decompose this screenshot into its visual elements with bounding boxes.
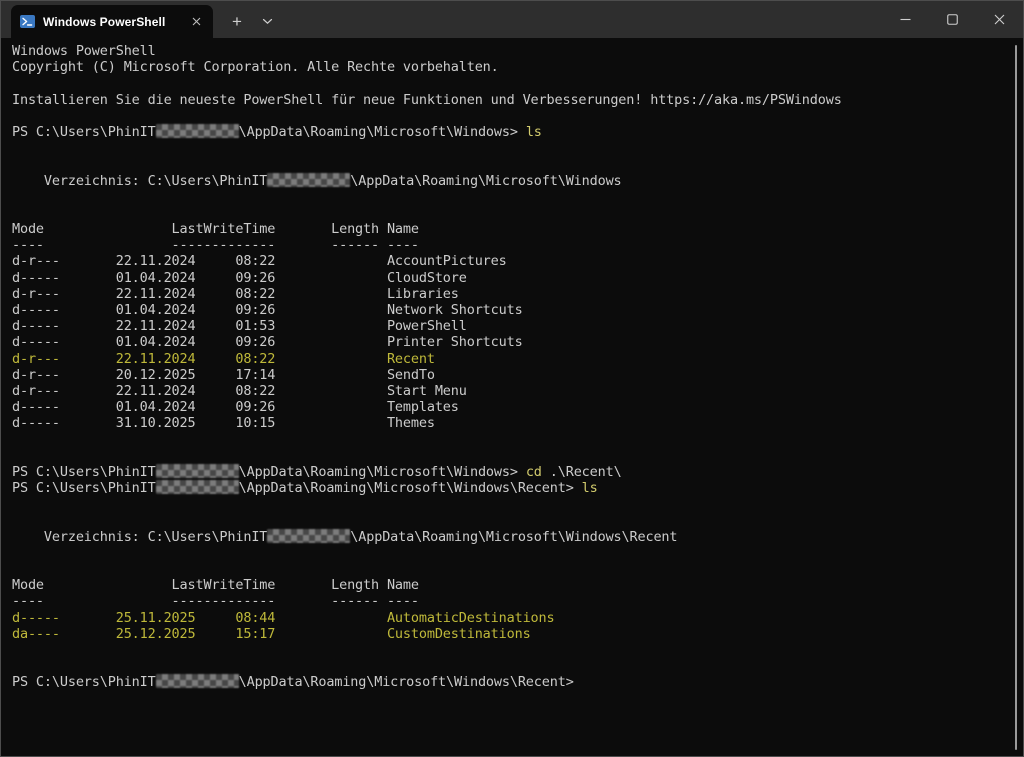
terminal-text: d----- 01.04.2024 09:26 Templates [12,399,459,415]
terminal-line: d----- 31.10.2025 10:15 Themes [12,415,1009,431]
terminal-text: Verzeichnis: C:\Users\PhinIT [12,173,267,189]
terminal-output[interactable]: Windows PowerShellCopyright (C) Microsof… [1,39,1023,756]
powershell-icon [20,15,35,28]
terminal-text: d-r--- 22.11.2024 08:22 Libraries [12,286,459,302]
redacted-username [156,464,239,478]
close-button[interactable] [976,1,1023,38]
terminal-line [12,156,1009,172]
redacted-username [267,173,350,187]
tab-windows-powershell[interactable]: Windows PowerShell [11,5,213,38]
terminal-line: d----- 01.04.2024 09:26 Templates [12,399,1009,415]
terminal-line [12,545,1009,561]
terminal-line [12,140,1009,156]
tab-dropdown-icon[interactable] [253,5,282,38]
terminal-line: PS C:\Users\PhinIT \AppData\Roaming\Micro… [12,480,1009,496]
terminal-text: Windows PowerShell [12,43,156,59]
terminal-line [12,108,1009,124]
terminal-text: \AppData\Roaming\Microsoft\Windows> [239,124,526,140]
terminal-line: ---- ------------- ------ ---- [12,237,1009,253]
terminal-line: PS C:\Users\PhinIT \AppData\Roaming\Micro… [12,124,1009,140]
terminal-line: d----- 01.04.2024 09:26 Printer Shortcut… [12,334,1009,350]
terminal-text: d-r--- 20.12.2025 17:14 SendTo [12,367,435,383]
terminal-text: d-r--- 22.11.2024 08:22 Recent [12,351,435,367]
tab-close-icon[interactable] [187,13,205,31]
maximize-button[interactable] [929,1,976,38]
terminal-line: d----- 22.11.2024 01:53 PowerShell [12,318,1009,334]
terminal-text: PS C:\Users\PhinIT [12,480,156,496]
redacted-username [156,124,239,138]
terminal-line: d-r--- 20.12.2025 17:14 SendTo [12,367,1009,383]
terminal-line: PS C:\Users\PhinIT \AppData\Roaming\Micro… [12,674,1009,690]
terminal-text: ls [582,480,598,496]
terminal-text: \AppData\Roaming\Microsoft\Windows\Recen… [239,674,574,690]
redacted-username [156,480,239,494]
terminal-text: \AppData\Roaming\Microsoft\Windows\Recen… [239,480,582,496]
terminal-text: ---- ------------- ------ ---- [12,593,419,609]
terminal-text: d-r--- 22.11.2024 08:22 AccountPictures [12,253,507,269]
terminal-line: Copyright (C) Microsoft Corporation. All… [12,59,1009,75]
terminal-line [12,205,1009,221]
terminal-text: d----- 31.10.2025 10:15 Themes [12,415,435,431]
terminal-text: Mode LastWriteTime Length Name [12,221,419,237]
terminal-line: ---- ------------- ------ ---- [12,593,1009,609]
terminal-line: d----- 01.04.2024 09:26 Network Shortcut… [12,302,1009,318]
terminal-line [12,512,1009,528]
terminal-line: d-r--- 22.11.2024 08:22 Libraries [12,286,1009,302]
terminal-line [12,189,1009,205]
tab-title: Windows PowerShell [43,15,179,29]
terminal-text: d----- 22.11.2024 01:53 PowerShell [12,318,467,334]
terminal-line [12,496,1009,512]
terminal-line [12,432,1009,448]
redacted-username [156,674,239,688]
terminal-line [12,642,1009,658]
terminal-line [12,561,1009,577]
window-controls [882,1,1023,38]
terminal-text: d----- 01.04.2024 09:26 Printer Shortcut… [12,334,523,350]
terminal-text: PS C:\Users\PhinIT [12,124,156,140]
terminal-text: PS C:\Users\PhinIT [12,464,156,480]
terminal-line [12,658,1009,674]
titlebar[interactable]: Windows PowerShell + [1,1,1023,38]
terminal-window: Windows PowerShell + [0,0,1024,757]
terminal-line [12,448,1009,464]
terminal-text: \AppData\Roaming\Microsoft\Windows [350,173,621,189]
terminal-text: Verzeichnis: C:\Users\PhinIT [12,529,267,545]
terminal-line: Installieren Sie die neueste PowerShell … [12,92,1009,108]
minimize-button[interactable] [882,1,929,38]
terminal-line: da---- 25.12.2025 15:17 CustomDestinatio… [12,626,1009,642]
terminal-line: d-r--- 22.11.2024 08:22 Start Menu [12,383,1009,399]
terminal-line: Verzeichnis: C:\Users\PhinIT \AppData\Roa… [12,529,1009,545]
terminal-text: \AppData\Roaming\Microsoft\Windows> [239,464,526,480]
scrollbar[interactable] [1015,45,1017,750]
terminal-text: Copyright (C) Microsoft Corporation. All… [12,59,499,75]
new-tab-button[interactable]: + [223,5,251,38]
terminal-line: d-r--- 22.11.2024 08:22 AccountPictures [12,253,1009,269]
terminal-text: d----- 25.11.2025 08:44 AutomaticDestina… [12,610,554,626]
terminal-line: Mode LastWriteTime Length Name [12,221,1009,237]
terminal-line: Windows PowerShell [12,43,1009,59]
terminal-line: Mode LastWriteTime Length Name [12,577,1009,593]
terminal-line: d-r--- 22.11.2024 08:22 Recent [12,351,1009,367]
terminal-text: .\Recent\ [542,464,622,480]
terminal-text: Mode LastWriteTime Length Name [12,577,419,593]
terminal-line: d----- 25.11.2025 08:44 AutomaticDestina… [12,610,1009,626]
terminal-line: PS C:\Users\PhinIT \AppData\Roaming\Micro… [12,464,1009,480]
terminal-line: Verzeichnis: C:\Users\PhinIT \AppData\Roa… [12,173,1009,189]
terminal-text: d----- 01.04.2024 09:26 CloudStore [12,270,467,286]
terminal-line: d----- 01.04.2024 09:26 CloudStore [12,270,1009,286]
terminal-text: d----- 01.04.2024 09:26 Network Shortcut… [12,302,523,318]
terminal-text: Installieren Sie die neueste PowerShell … [12,92,842,108]
terminal-text: ls [526,124,542,140]
redacted-username [267,529,350,543]
terminal-text: \AppData\Roaming\Microsoft\Windows\Recen… [350,529,677,545]
terminal-text: ---- ------------- ------ ---- [12,237,419,253]
terminal-text: da---- 25.12.2025 15:17 CustomDestinatio… [12,626,531,642]
terminal-text: d-r--- 22.11.2024 08:22 Start Menu [12,383,467,399]
terminal-line [12,75,1009,91]
terminal-text: cd [526,464,542,480]
terminal-text: PS C:\Users\PhinIT [12,674,156,690]
